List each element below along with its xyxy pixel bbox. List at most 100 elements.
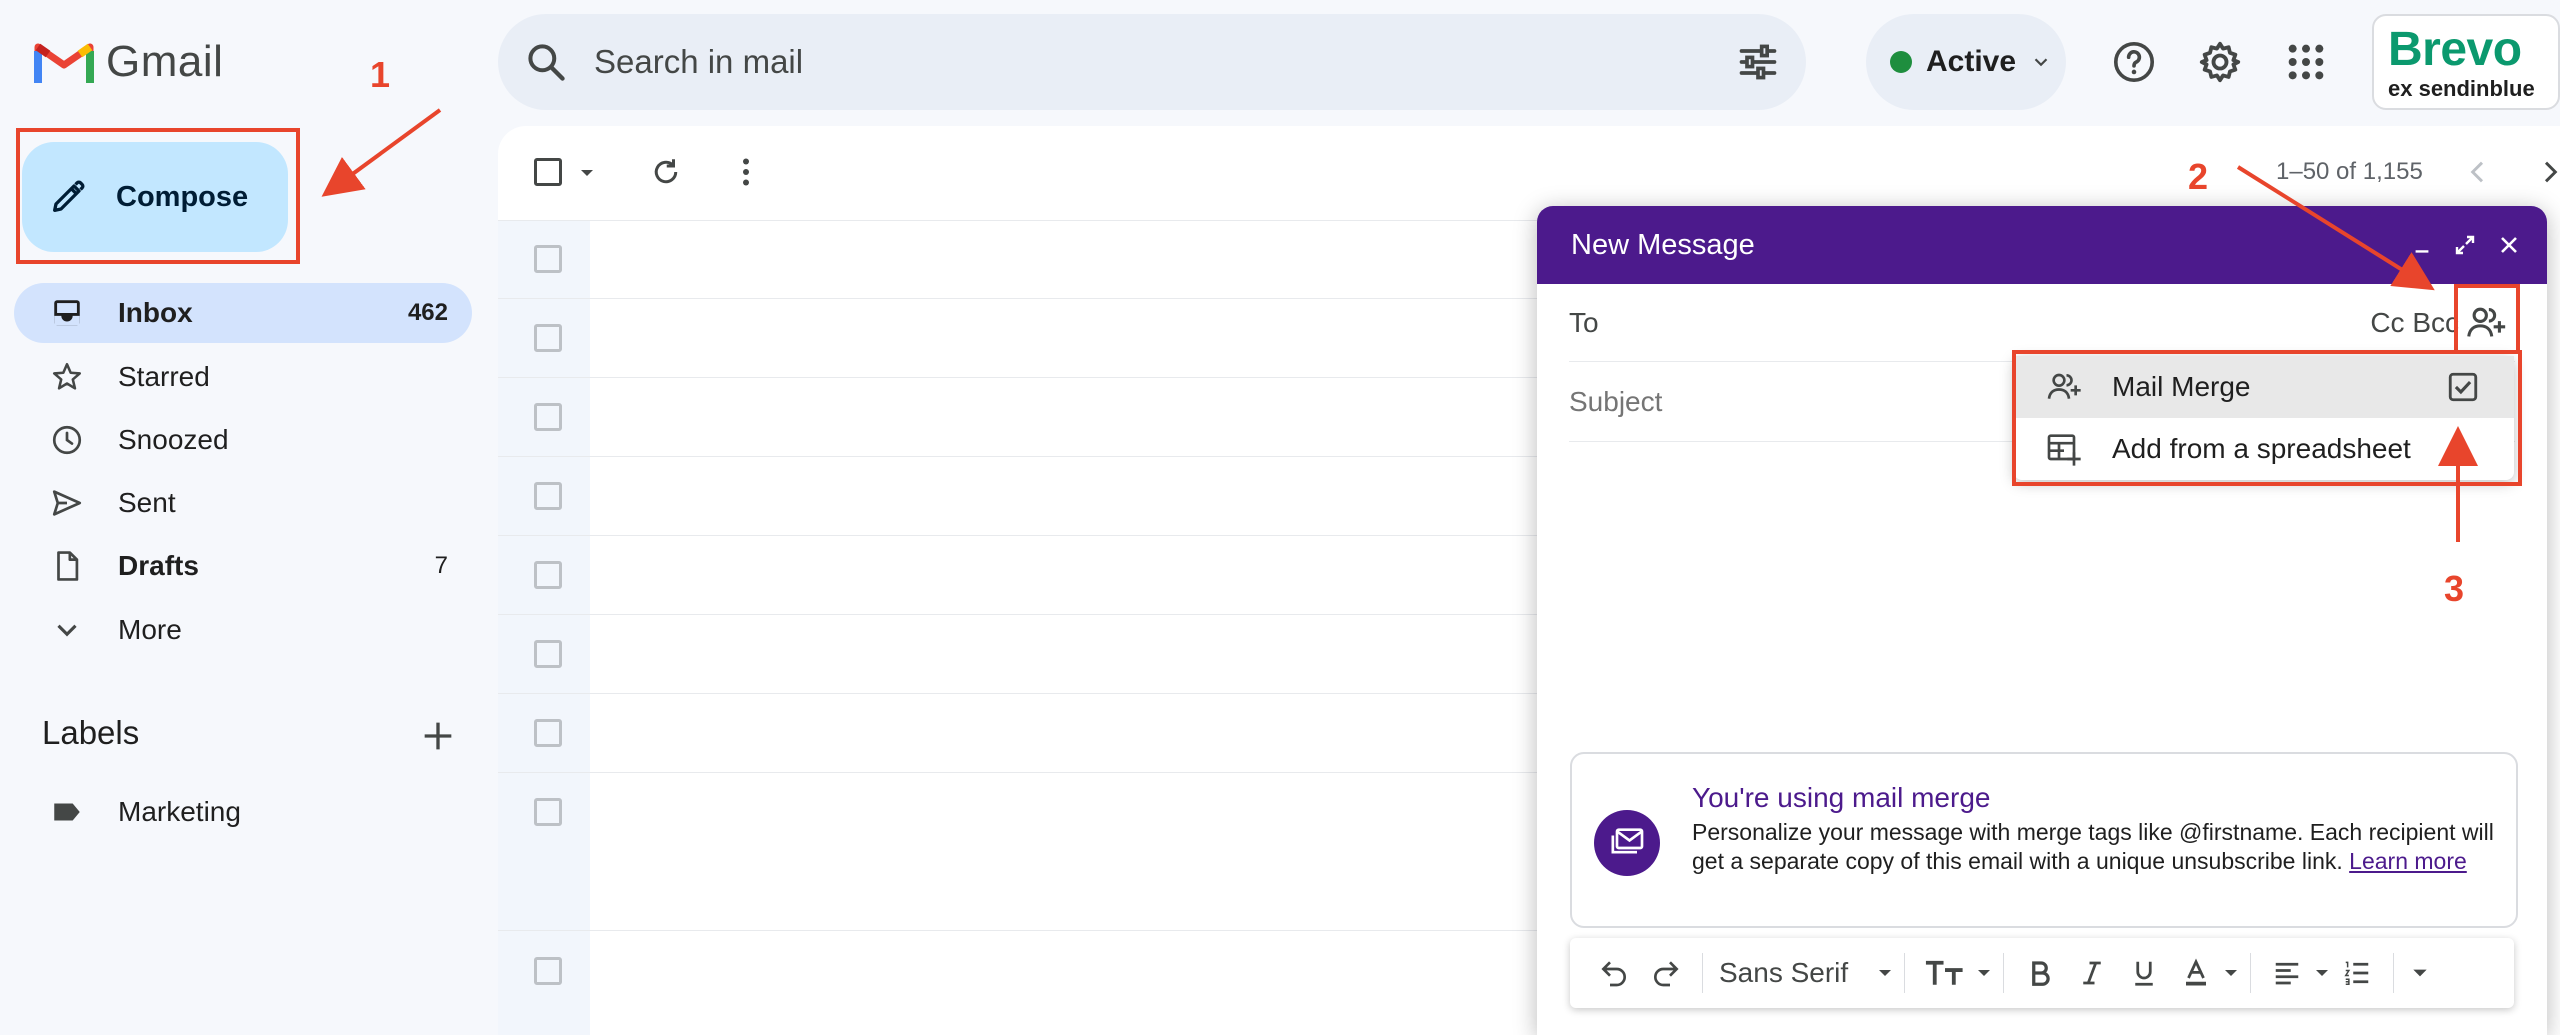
divider [498,298,1538,299]
app-name: Gmail [106,37,224,86]
expand-icon[interactable] [2453,233,2477,257]
inbox-icon [54,300,80,326]
gear-icon [2199,41,2241,83]
settings-button[interactable] [2188,30,2252,94]
divider [2393,953,2395,993]
cc-bcc-link[interactable]: Cc Bcc [2370,307,2459,339]
unread-count: 462 [407,299,448,326]
row-checkbox[interactable] [534,324,562,352]
label-item-marketing[interactable]: Marketing [14,782,472,842]
select-dropdown-icon[interactable] [578,164,596,182]
divider [498,614,1538,615]
brevo-addon[interactable]: Brevo ex sendinblue [2372,14,2560,110]
help-icon [2113,41,2155,83]
chevron-right-icon[interactable] [2534,156,2560,188]
star-icon [52,362,82,390]
numbered-list-button[interactable] [2331,947,2383,999]
status-dot-icon [1890,51,1912,73]
divider [498,772,1538,773]
row-checkbox[interactable] [534,640,562,668]
row-checkbox[interactable] [534,245,562,273]
refresh-icon[interactable] [648,154,684,190]
brevo-logo: Brevo [2388,23,2522,76]
compose-header[interactable]: New Message [1537,206,2547,284]
sidebar-item-label: Drafts [118,550,199,581]
underline-icon [2135,961,2153,986]
search-options-icon[interactable] [1736,40,1780,84]
font-size-button[interactable] [1915,947,1975,999]
align-left-icon [2275,962,2299,985]
row-checkbox[interactable] [534,403,562,431]
divider [1904,953,1906,993]
brevo-tagline: ex sendinblue [2388,76,2535,101]
annotation-highlight-recipients [2454,284,2520,354]
label-name: Marketing [118,796,241,827]
mail-merge-icon [1594,810,1660,876]
chevron-down-icon [2034,58,2048,67]
row-checkbox[interactable] [534,561,562,589]
sidebar-item-label: More [118,614,182,645]
to-label: To [1569,306,1599,338]
align-button[interactable] [2261,947,2313,999]
annotation-step-2: 2 [2188,156,2209,197]
subject-input[interactable]: Subject [1569,386,1662,418]
dropdown-arrow-icon[interactable] [1876,964,1894,982]
divider [1702,953,1703,993]
status-label: Active [1926,45,2017,78]
create-label-button[interactable] [418,716,458,756]
undo-button[interactable] [1588,947,1640,999]
dropdown-arrow-icon[interactable] [2313,964,2331,982]
text-size-icon [1926,960,1963,985]
row-checkbox[interactable] [534,957,562,985]
divider [498,377,1538,378]
font-selector[interactable]: Sans Serif [1719,957,1848,989]
bold-icon [2032,961,2050,986]
more-vert-icon[interactable] [728,154,764,190]
dropdown-arrow-icon[interactable] [2222,964,2240,982]
row-checkbox[interactable] [534,719,562,747]
learn-more-link[interactable]: Learn more [2349,848,2467,874]
close-icon[interactable] [2497,233,2521,257]
search-bar[interactable]: Search in mail [498,14,1806,110]
sidebar-item-snoozed[interactable]: Snoozed [14,410,472,470]
underline-button[interactable] [2118,947,2170,999]
help-button[interactable] [2102,30,2166,94]
search-icon[interactable] [524,40,568,84]
draft-count: 7 [434,552,448,579]
sidebar-item-drafts[interactable]: Drafts 7 [14,536,472,596]
redo-icon [1654,961,1679,987]
italic-icon [2083,961,2101,985]
mail-merge-info-card: You're using mail merge Personalize your… [1570,752,2518,928]
status-selector[interactable]: Active [1866,14,2066,110]
italic-button[interactable] [2066,947,2118,999]
row-checkbox[interactable] [534,482,562,510]
undo-icon [1601,961,1626,987]
plus-icon [424,722,452,750]
bold-button[interactable] [2014,947,2066,999]
apps-button[interactable] [2274,30,2338,94]
sidebar-item-sent[interactable]: Sent [14,473,472,533]
redo-button[interactable] [1640,947,1692,999]
sidebar-item-label: Sent [118,487,176,518]
search-input[interactable]: Search in mail [594,43,1736,81]
gmail-logo[interactable]: Gmail [34,36,244,88]
annotation-arrow-1 [321,108,442,197]
divider [498,535,1538,536]
chevron-left-icon[interactable] [2462,156,2494,188]
sidebar-item-inbox[interactable]: Inbox 462 [14,283,472,343]
divider [498,456,1538,457]
dropdown-arrow-icon[interactable] [1975,964,1993,982]
text-color-button[interactable] [2170,947,2222,999]
row-checkbox[interactable] [534,798,562,826]
sidebar-item-more[interactable]: More [14,600,472,660]
info-description: Personalize your message with merge tags… [1692,818,2502,876]
annotation-step-1: 1 [370,54,391,95]
text-color-icon [2186,958,2207,986]
minimize-icon[interactable] [2411,234,2433,256]
divider [2250,953,2252,993]
numbered-list-icon [2344,961,2369,985]
sidebar-item-starred[interactable]: Starred [14,347,472,407]
chevron-down-icon [57,624,77,637]
more-formatting-icon[interactable] [2410,963,2430,983]
select-all-checkbox[interactable] [534,158,562,186]
